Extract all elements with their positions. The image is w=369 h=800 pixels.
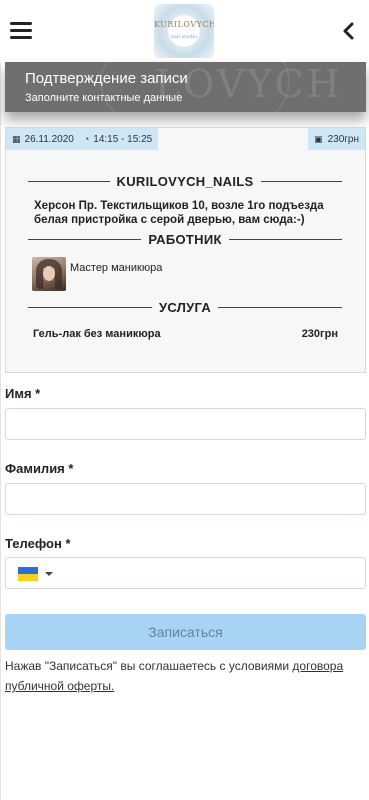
salon-heading: KURILOVYCH_NAILS — [28, 174, 343, 189]
booking-time: 14:15 - 15:25 — [93, 133, 153, 145]
phone-input[interactable] — [66, 558, 356, 588]
money-icon: ▣ — [314, 133, 323, 144]
first-name-field[interactable] — [5, 408, 366, 440]
clock-icon: ◔ — [83, 134, 90, 144]
top-bar: KURILOVYCH nail studio — [0, 0, 369, 62]
hamburger-icon[interactable] — [10, 22, 32, 40]
booking-date: 26.11.2020 — [24, 133, 74, 145]
service-name: Гель-лак без маникюра — [33, 328, 161, 340]
phone-label: Телефон * — [5, 536, 71, 551]
last-name-field[interactable] — [5, 483, 366, 515]
page-banner: LOVYCH Подтверждение записи Заполните ко… — [5, 62, 366, 112]
salon-address: Херсон Пр. Текстильщиков 10, возле 1го п… — [34, 200, 324, 226]
service-heading-label: УСЛУГА — [158, 300, 212, 315]
salon-logo[interactable]: KURILOVYCH nail studio — [154, 4, 214, 58]
submit-button[interactable]: Записаться — [5, 614, 366, 650]
booking-summary-card: ▦ 26.11.2020 ◔ 14:15 - 15:25 ▣ 230грн KU… — [5, 127, 366, 373]
last-name-label: Фамилия * — [5, 461, 74, 476]
worker-heading: РАБОТНИК — [28, 232, 343, 247]
page-edge — [0, 0, 1, 800]
price-chip: ▣ 230грн — [308, 128, 365, 150]
booking-price: 230грн — [327, 133, 359, 145]
worker-heading-label: РАБОТНИК — [148, 232, 222, 247]
country-code-select[interactable] — [18, 566, 60, 582]
service-price: 230грн — [301, 328, 338, 340]
salon-name: KURILOVYCH_NAILS — [116, 174, 254, 189]
ukraine-flag-icon — [18, 567, 38, 581]
logo-subtext: nail studio — [170, 34, 198, 40]
first-name-label: Имя * — [5, 386, 41, 401]
logo-text: KURILOVYCH — [154, 20, 214, 29]
service-heading: УСЛУГА — [28, 300, 343, 315]
calendar-icon: ▦ — [12, 133, 21, 144]
chevron-left-icon[interactable] — [339, 20, 359, 42]
avatar — [32, 257, 66, 291]
page-title: Подтверждение записи — [25, 70, 188, 87]
terms-text: Нажав "Записаться" вы соглашаетесь с усл… — [5, 659, 290, 673]
worker-name: Мастер маникюра — [70, 262, 163, 274]
date-time-chip: ▦ 26.11.2020 ◔ 14:15 - 15:25 — [6, 128, 159, 150]
phone-field — [5, 557, 366, 589]
terms-notice: Нажав "Записаться" вы соглашаетесь с усл… — [5, 656, 357, 696]
caret-down-icon — [45, 572, 53, 576]
page-subtitle: Заполните контактные данные — [25, 92, 183, 104]
